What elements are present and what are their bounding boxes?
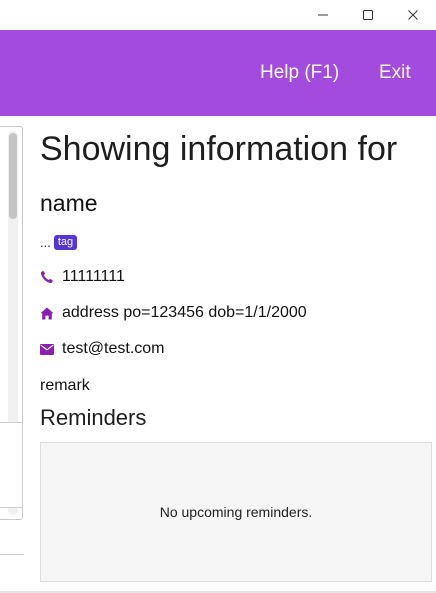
menu-bar: Help (F1) Exit [0, 30, 436, 116]
minimize-icon [318, 14, 328, 16]
email-text: test@test.com [62, 340, 165, 357]
left-panel-box [0, 422, 23, 508]
phone-number: 11111111 [62, 268, 125, 285]
reminders-list[interactable]: No upcoming reminders. [40, 442, 432, 582]
close-icon [408, 10, 418, 20]
exit-menu-item[interactable]: Exit [379, 61, 411, 85]
address-text: address po=123456 dob=1/1/2000 [62, 304, 307, 321]
tag-row: ... tag [40, 232, 78, 252]
close-button[interactable] [390, 0, 436, 30]
email-icon [40, 343, 54, 355]
minimize-button[interactable] [300, 0, 346, 30]
page-title: Showing information for [40, 130, 398, 168]
reminders-empty-message: No upcoming reminders. [159, 504, 313, 520]
remark-text: remark [40, 377, 90, 394]
home-icon [40, 307, 54, 319]
maximize-button[interactable] [345, 0, 391, 30]
phone-row: 11111111 [40, 266, 125, 288]
tag-ellipsis: ... [40, 234, 51, 250]
reminders-title: Reminders [40, 405, 147, 430]
phone-icon [40, 270, 53, 284]
left-divider [0, 554, 24, 555]
maximize-icon [363, 10, 373, 20]
help-menu-item[interactable]: Help (F1) [260, 61, 339, 85]
left-pane [0, 116, 30, 593]
tag-badge: tag [53, 234, 78, 250]
list-scrollbar-thumb[interactable] [9, 133, 17, 219]
email-row: test@test.com [40, 338, 165, 360]
address-row: address po=123456 dob=1/1/2000 [40, 302, 307, 324]
window-titlebar [0, 0, 436, 30]
person-name: name [40, 190, 98, 216]
